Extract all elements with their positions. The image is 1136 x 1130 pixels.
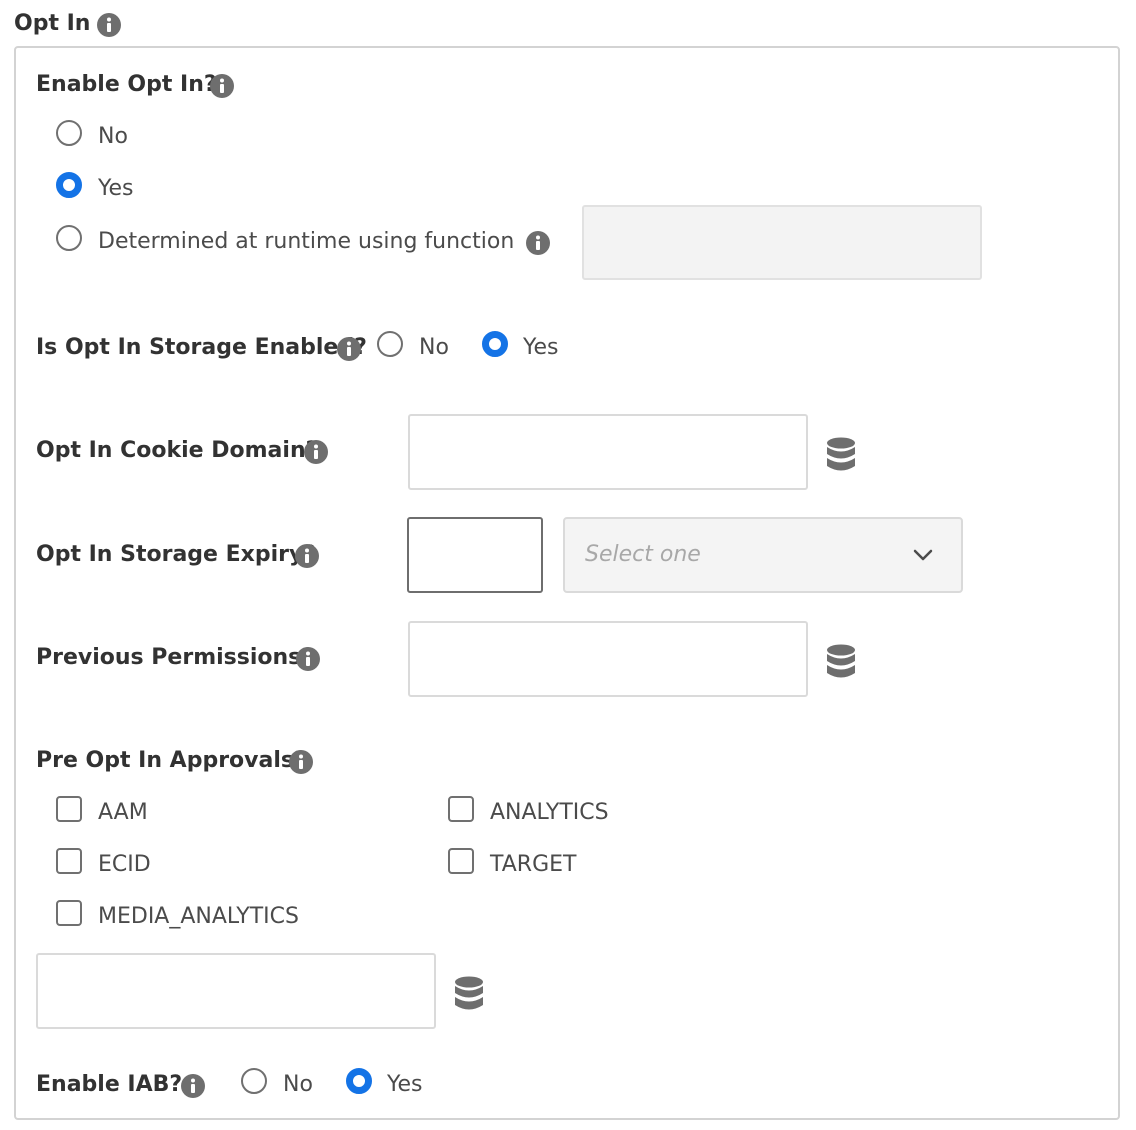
pre-approvals-input[interactable]: [36, 953, 436, 1029]
cookie-domain-input[interactable]: [408, 414, 808, 490]
enable-opt-in-no-radio[interactable]: [56, 120, 82, 146]
storage-expiry-input[interactable]: [407, 517, 543, 593]
storage-enabled-label: Is Opt In Storage Enabled?: [36, 335, 367, 360]
radio-label-yes: Yes: [98, 176, 134, 201]
info-icon[interactable]: [289, 750, 313, 774]
radio-label-runtime: Determined at runtime using function: [98, 229, 515, 254]
enable-opt-in-label: Enable Opt In?: [36, 72, 217, 97]
checkbox-label-ecid: ECID: [98, 852, 151, 877]
previous-permissions-label: Previous Permissions?: [36, 645, 315, 670]
database-icon[interactable]: [454, 976, 484, 1012]
info-icon[interactable]: [304, 440, 328, 464]
checkbox-target[interactable]: [448, 848, 474, 874]
checkbox-label-aam: AAM: [98, 800, 148, 825]
checkbox-media-analytics[interactable]: [56, 900, 82, 926]
info-icon[interactable]: [337, 337, 361, 361]
radio-label-no: No: [283, 1072, 313, 1097]
radio-label-no: No: [419, 335, 449, 360]
storage-enabled-yes-radio[interactable]: [482, 331, 508, 357]
enable-opt-in-yes-radio[interactable]: [56, 172, 82, 198]
checkbox-label-analytics: ANALYTICS: [490, 800, 609, 825]
cookie-domain-label: Opt In Cookie Domain?: [36, 438, 319, 463]
chevron-down-icon: [913, 546, 933, 565]
storage-expiry-unit-select[interactable]: Select one: [563, 517, 963, 593]
storage-expiry-label: Opt In Storage Expiry?: [36, 542, 317, 567]
info-icon[interactable]: [97, 13, 121, 37]
enable-opt-in-runtime-radio[interactable]: [56, 225, 82, 251]
pre-approvals-label: Pre Opt In Approvals?: [36, 748, 307, 773]
runtime-function-field: [582, 205, 982, 280]
select-placeholder: Select one: [585, 542, 701, 567]
database-icon[interactable]: [826, 644, 856, 680]
info-icon[interactable]: [296, 647, 320, 671]
checkbox-ecid[interactable]: [56, 848, 82, 874]
info-icon[interactable]: [526, 231, 550, 255]
info-icon[interactable]: [181, 1074, 205, 1098]
checkbox-analytics[interactable]: [448, 796, 474, 822]
section-title: Opt In: [14, 11, 91, 36]
previous-permissions-input[interactable]: [408, 621, 808, 697]
enable-iab-yes-radio[interactable]: [346, 1068, 372, 1094]
enable-iab-no-radio[interactable]: [241, 1068, 267, 1094]
checkbox-aam[interactable]: [56, 796, 82, 822]
info-icon[interactable]: [210, 74, 234, 98]
info-icon[interactable]: [295, 544, 319, 568]
radio-label-no: No: [98, 124, 128, 149]
radio-label-yes: Yes: [387, 1072, 423, 1097]
checkbox-label-target: TARGET: [490, 852, 577, 877]
storage-enabled-no-radio[interactable]: [377, 331, 403, 357]
checkbox-label-media-analytics: MEDIA_ANALYTICS: [98, 904, 299, 929]
enable-iab-label: Enable IAB?: [36, 1072, 183, 1097]
radio-label-yes: Yes: [523, 335, 559, 360]
database-icon[interactable]: [826, 437, 856, 473]
